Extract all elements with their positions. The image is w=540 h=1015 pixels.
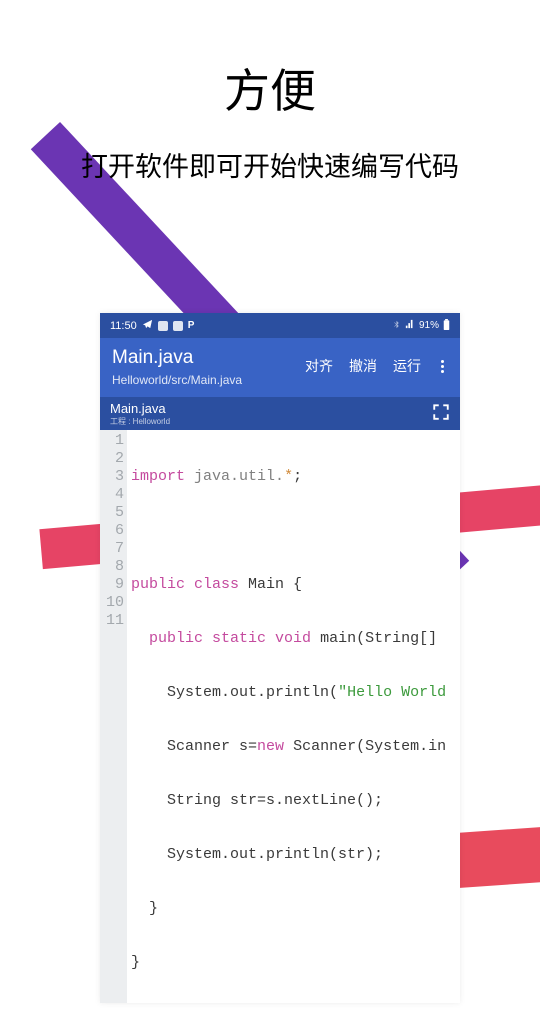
tab-project: 工程 : Helloworld [110, 416, 450, 427]
align-button[interactable]: 对齐 [305, 356, 333, 376]
fullscreen-icon[interactable] [432, 403, 450, 421]
status-time: 11:50 [110, 320, 137, 332]
battery-icon [443, 319, 450, 333]
hero-title: 方便 [0, 55, 540, 121]
bluetooth-icon [392, 320, 401, 332]
code-content[interactable]: import java.util.*; public class Main { … [127, 430, 446, 1003]
app-bar: Main.java Helloworld/src/Main.java 对齐 撤消… [100, 338, 460, 397]
line-gutter: 1 2 3 4 5 6 7 8 9 10 11 [100, 430, 127, 1003]
tab-filename[interactable]: Main.java [110, 401, 450, 417]
code-editor[interactable]: 1 2 3 4 5 6 7 8 9 10 11 import java.util… [100, 430, 460, 1003]
hero-subtitle: 打开软件即可开始快速编写代码 [0, 145, 540, 184]
status-app-icon-2 [173, 321, 183, 331]
status-bar: 11:50 P 91% [100, 313, 460, 338]
phone-mockup: 11:50 P 91% Main.java Helloworld/src/Mai… [100, 313, 460, 1003]
more-menu-icon[interactable] [437, 360, 448, 373]
tab-bar: Main.java 工程 : Helloworld [100, 397, 460, 431]
battery-text: 91% [419, 320, 439, 331]
signal-icon [405, 319, 415, 332]
run-button[interactable]: 运行 [393, 356, 421, 376]
appbar-path: Helloworld/src/Main.java [112, 373, 242, 387]
status-app-icon-1 [158, 321, 168, 331]
appbar-filename: Main.java [112, 346, 242, 371]
undo-button[interactable]: 撤消 [349, 356, 377, 376]
status-app-icon-p: P [188, 320, 195, 331]
telegram-icon [142, 319, 153, 333]
